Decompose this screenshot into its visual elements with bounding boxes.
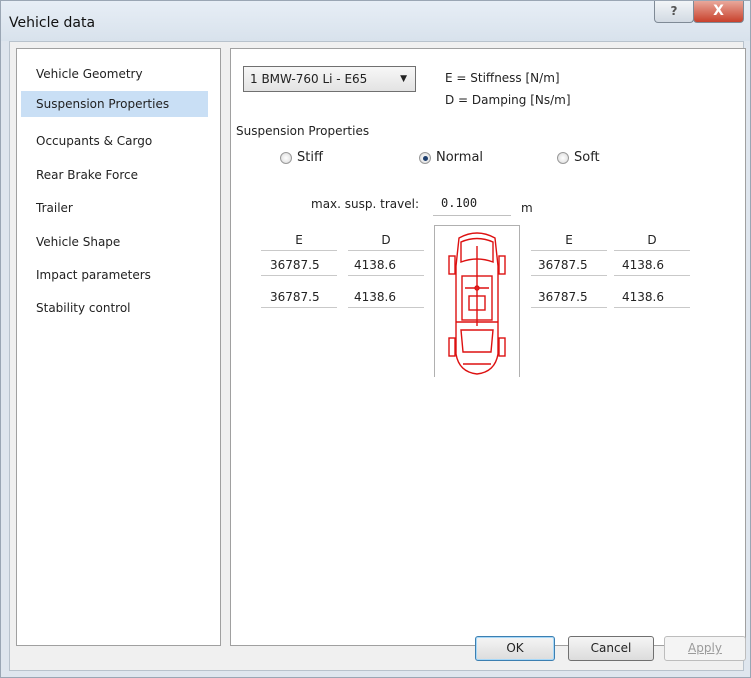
sidebar-item-occupants-cargo[interactable]: Occupants & Cargo bbox=[21, 128, 208, 154]
ok-button[interactable]: OK bbox=[475, 636, 555, 661]
radio-normal-label: Normal bbox=[436, 150, 484, 165]
front-left-e-field[interactable]: 36787.5 bbox=[261, 254, 337, 276]
suspension-panel: 1 BMW-760 Li - E65 ▼ E = Stiffness [N/m]… bbox=[230, 48, 746, 646]
radio-normal-icon bbox=[419, 152, 431, 164]
max-travel-unit: m bbox=[521, 201, 533, 215]
chevron-down-icon: ▼ bbox=[400, 74, 407, 84]
right-e-header: E bbox=[531, 229, 607, 251]
rear-left-d-field[interactable]: 4138.6 bbox=[348, 286, 424, 308]
max-travel-label: max. susp. travel: bbox=[311, 197, 419, 211]
front-left-d-field[interactable]: 4138.6 bbox=[348, 254, 424, 276]
front-right-e-field[interactable]: 36787.5 bbox=[531, 254, 607, 276]
rear-right-e-field[interactable]: 36787.5 bbox=[531, 286, 607, 308]
radio-soft-icon bbox=[557, 152, 569, 164]
apply-button[interactable]: Apply bbox=[664, 636, 746, 661]
close-button[interactable]: X bbox=[693, 1, 744, 23]
vehicle-select[interactable]: 1 BMW-760 Li - E65 ▼ bbox=[243, 66, 416, 92]
sidebar-item-suspension-properties[interactable]: Suspension Properties bbox=[21, 91, 208, 117]
sidebar-item-trailer[interactable]: Trailer bbox=[21, 195, 208, 221]
sidebar-item-impact-parameters[interactable]: Impact parameters bbox=[21, 262, 208, 288]
title-bar: Vehicle data ? X bbox=[1, 1, 750, 41]
front-right-d-field[interactable]: 4138.6 bbox=[614, 254, 690, 276]
sidebar-item-vehicle-shape[interactable]: Vehicle Shape bbox=[21, 229, 208, 255]
help-button[interactable]: ? bbox=[654, 1, 694, 23]
rear-left-e-field[interactable]: 36787.5 bbox=[261, 286, 337, 308]
car-diagram-frame bbox=[434, 225, 520, 377]
vehicle-select-value: 1 BMW-760 Li - E65 bbox=[250, 72, 368, 86]
right-d-header: D bbox=[614, 229, 690, 251]
left-e-header: E bbox=[261, 229, 337, 251]
cancel-button[interactable]: Cancel bbox=[568, 636, 654, 661]
stiffness-legend: E = Stiffness [N/m] bbox=[445, 71, 560, 85]
sidebar-item-stability-control[interactable]: Stability control bbox=[21, 295, 208, 321]
left-d-header: D bbox=[348, 229, 424, 251]
sidebar-item-vehicle-geometry[interactable]: Vehicle Geometry bbox=[21, 61, 208, 87]
rear-right-d-field[interactable]: 4138.6 bbox=[614, 286, 690, 308]
sidebar-item-rear-brake-force[interactable]: Rear Brake Force bbox=[21, 162, 208, 188]
damping-legend: D = Damping [Ns/m] bbox=[445, 93, 571, 107]
car-top-view-icon bbox=[448, 232, 506, 375]
window-title: Vehicle data bbox=[9, 15, 96, 31]
suspension-group-label: Suspension Properties bbox=[236, 124, 370, 138]
category-list: Vehicle Geometry Suspension Properties O… bbox=[16, 48, 221, 646]
radio-stiff-label: Stiff bbox=[297, 150, 323, 165]
max-travel-input[interactable]: 0.100 bbox=[433, 190, 511, 216]
radio-stiff-icon bbox=[280, 152, 292, 164]
radio-soft-label: Soft bbox=[574, 150, 600, 165]
